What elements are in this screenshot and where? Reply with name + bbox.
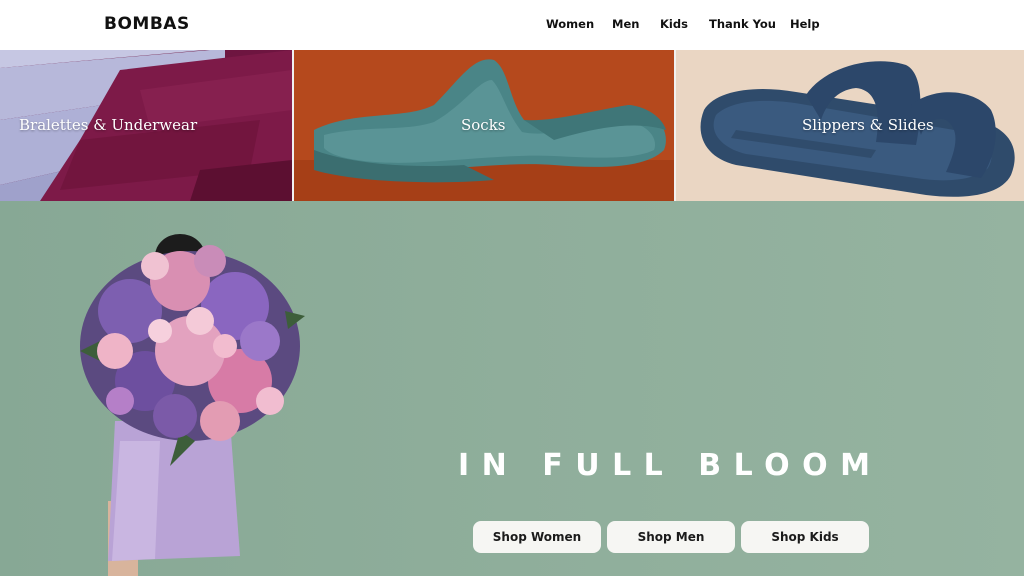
- nav-men[interactable]: Men: [612, 17, 639, 31]
- nav-women[interactable]: Women: [546, 17, 594, 31]
- hero-banner: IN FULL BLOOM Shop Women Shop Men Shop K…: [0, 201, 1024, 576]
- category-tiles: Bralettes & Underwear Socks Slippers & S…: [0, 50, 1024, 201]
- shop-men-button[interactable]: Shop Men: [607, 521, 735, 553]
- category-tile-underwear[interactable]: Bralettes & Underwear: [0, 50, 292, 201]
- category-label-slides: Slippers & Slides: [802, 116, 934, 134]
- nav-thank-you[interactable]: Thank You: [709, 17, 776, 31]
- nav-kids[interactable]: Kids: [660, 17, 688, 31]
- category-label-underwear: Bralettes & Underwear: [19, 116, 198, 134]
- category-label-socks: Socks: [461, 116, 506, 134]
- nav-help[interactable]: Help: [790, 17, 820, 31]
- category-tile-socks[interactable]: Socks: [294, 50, 674, 201]
- category-tile-slides[interactable]: Slippers & Slides: [676, 50, 1024, 201]
- shop-kids-button[interactable]: Shop Kids: [741, 521, 869, 553]
- site-header: BOMBAS Women Men Kids Thank You Help: [0, 0, 1024, 50]
- shop-women-button[interactable]: Shop Women: [473, 521, 601, 553]
- hero-title: IN FULL BLOOM: [458, 448, 883, 483]
- hero-photo: [80, 234, 305, 576]
- brand-logo[interactable]: BOMBAS: [104, 14, 190, 34]
